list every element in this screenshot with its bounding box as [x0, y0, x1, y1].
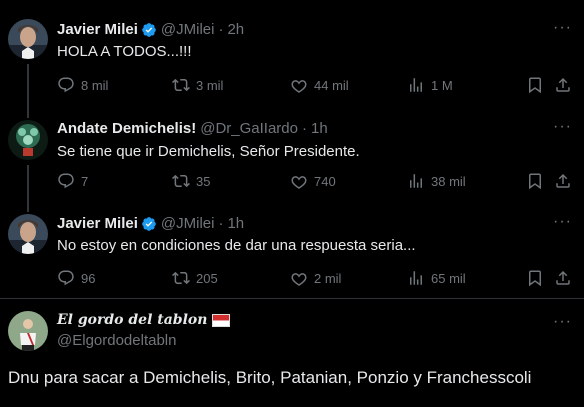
tweet-text: No estoy en condiciones de dar una respu…: [57, 237, 416, 254]
thread-line: [27, 64, 29, 110]
reply-button[interactable]: 8 mil: [57, 76, 108, 94]
tweet-text: Se tiene que ir Demichelis, Señor Presid…: [57, 143, 360, 160]
tweet-3[interactable]: Javier Milei @JMilei · 1h ··· No estoy e…: [0, 206, 584, 298]
view-count: 38 mil: [431, 173, 466, 189]
avatar[interactable]: [8, 311, 48, 351]
reply-icon: [58, 270, 74, 286]
bookmark-button[interactable]: [526, 76, 544, 99]
reply-button[interactable]: 7: [57, 172, 88, 190]
like-button[interactable]: 44 mil: [290, 76, 349, 94]
flag-icon: [212, 313, 231, 327]
reply-count: 8 mil: [81, 77, 109, 93]
bookmark-icon: [529, 270, 541, 287]
heart-icon: [291, 273, 307, 286]
verified-badge-icon: [141, 216, 157, 232]
verified-badge-icon: [141, 22, 157, 38]
repost-button[interactable]: 35: [172, 172, 210, 190]
share-icon: [556, 270, 570, 285]
share-icon: [556, 173, 570, 188]
timestamp[interactable]: 2h: [227, 21, 244, 38]
author-handle[interactable]: @JMilei: [161, 21, 215, 38]
author-handle[interactable]: @JMilei: [161, 215, 215, 232]
separator: ·: [218, 215, 224, 232]
author-name[interactable]: Javier Milei: [57, 215, 138, 232]
reply-icon: [58, 173, 74, 189]
view-count: 65 mil: [431, 270, 466, 286]
bookmark-icon: [529, 77, 541, 94]
repost-count: 3 mil: [196, 77, 224, 93]
share-icon: [556, 77, 570, 92]
reply-count: 7: [81, 173, 89, 189]
repost-count: 35: [196, 173, 211, 189]
analytics-icon: [410, 174, 422, 188]
analytics-icon: [410, 271, 422, 285]
quote-tweet[interactable]: El gordo del tablon @Elgordodeltabln ···…: [0, 299, 584, 407]
like-button[interactable]: 740: [290, 172, 336, 190]
repost-count: 205: [196, 270, 218, 286]
share-button[interactable]: [554, 76, 572, 99]
reply-count: 96: [81, 270, 96, 286]
views-button[interactable]: 65 mil: [407, 269, 466, 287]
like-count: 44 mil: [314, 77, 349, 93]
like-count: 2 mil: [314, 270, 342, 286]
tweet-1[interactable]: Javier Milei @JMilei · 2h ··· HOLA A TOD…: [0, 0, 584, 110]
more-options-icon[interactable]: ···: [553, 313, 572, 331]
repost-button[interactable]: 205: [172, 269, 218, 287]
reply-icon: [58, 77, 74, 93]
timestamp[interactable]: 1h: [311, 120, 328, 137]
separator: ·: [301, 120, 307, 137]
more-options-icon[interactable]: ···: [553, 118, 572, 136]
avatar[interactable]: [8, 214, 48, 254]
like-count: 740: [314, 173, 336, 189]
bookmark-button[interactable]: [526, 269, 544, 292]
repost-button[interactable]: 3 mil: [172, 76, 223, 94]
author-name[interactable]: El gordo del tablon: [57, 312, 207, 328]
thread-line: [27, 165, 29, 206]
heart-icon: [291, 176, 307, 189]
more-options-icon[interactable]: ···: [553, 213, 572, 231]
repost-icon: [172, 78, 190, 92]
view-count: 1 M: [431, 77, 453, 93]
author-handle[interactable]: @Elgordodeltabln: [57, 332, 176, 349]
bookmark-icon: [529, 173, 541, 190]
bookmark-button[interactable]: [526, 172, 544, 195]
views-button[interactable]: 1 M: [407, 76, 453, 94]
author-name[interactable]: Andate Demichelis!: [57, 120, 196, 137]
repost-icon: [172, 271, 190, 285]
tweet-text: Dnu para sacar a Demichelis, Brito, Pata…: [8, 368, 532, 387]
analytics-icon: [410, 78, 422, 92]
views-button[interactable]: 38 mil: [407, 172, 466, 190]
more-options-icon[interactable]: ···: [553, 19, 572, 37]
share-button[interactable]: [554, 172, 572, 195]
author-handle[interactable]: @Dr_GaIIardo: [200, 120, 298, 137]
thread-line: [27, 206, 29, 212]
avatar[interactable]: [8, 120, 48, 160]
reply-button[interactable]: 96: [57, 269, 95, 287]
timestamp[interactable]: 1h: [227, 215, 244, 232]
avatar[interactable]: [8, 19, 48, 59]
share-button[interactable]: [554, 269, 572, 292]
tweet-2[interactable]: Andate Demichelis! @Dr_GaIIardo · 1h ···…: [0, 110, 584, 206]
author-name[interactable]: Javier Milei: [57, 21, 138, 38]
thread-line: [27, 110, 29, 118]
heart-icon: [291, 80, 307, 93]
repost-icon: [172, 174, 190, 188]
separator: ·: [218, 21, 224, 38]
tweet-text: HOLA A TODOS...!!!: [57, 43, 192, 60]
like-button[interactable]: 2 mil: [290, 269, 341, 287]
